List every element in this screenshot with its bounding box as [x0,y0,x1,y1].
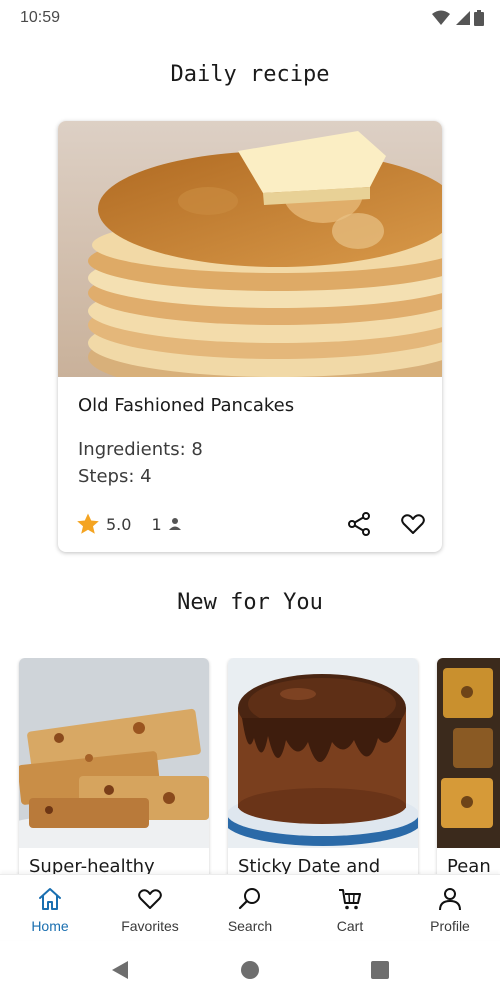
recipe-card-title: Pean [447,856,491,874]
new-for-you-title: New for You [177,590,323,615]
steps-count: Steps: 4 [78,466,152,487]
recipe-card-title: Sticky Date and [238,856,381,874]
star-icon [77,513,99,534]
signal-icon [456,11,470,25]
home-icon [39,888,61,910]
new-for-you-carousel[interactable]: Super-healthy Sticky Date and Pean [0,658,500,874]
nav-favorites[interactable]: Favorites [100,875,200,940]
recipe-footer: 5.0 1 [76,509,426,539]
recipe-card[interactable]: Sticky Date and [228,658,418,874]
recipe-card-title: Super-healthy [29,856,155,874]
share-icon[interactable] [346,511,372,537]
nav-label: Home [31,918,69,934]
nav-label: Favorites [121,918,179,934]
nav-label: Cart [336,918,364,934]
heart-icon[interactable] [400,511,426,537]
cake-image [228,658,418,848]
daily-recipe-title: Daily recipe [170,62,330,87]
recipe-card[interactable]: Pean [437,658,500,874]
daily-recipe-card[interactable]: Old Fashioned Pancakes Ingredients: 8 St… [58,121,442,552]
cart-icon [339,889,361,910]
bottom-navigation: Home Favorites Search Cart Profile [0,874,500,940]
recipe-card[interactable]: Super-healthy [19,658,209,874]
servings-value: 1 [151,514,162,534]
heart-icon [138,889,162,909]
nav-search[interactable]: Search [200,875,300,940]
battery-icon [474,10,484,26]
search-icon [238,888,260,910]
status-icons [432,10,484,26]
recipe-name: Old Fashioned Pancakes [78,395,295,416]
recents-icon[interactable] [370,960,390,980]
person-icon [168,518,181,530]
nav-home[interactable]: Home [0,875,100,940]
pancakes-image[interactable] [58,121,442,377]
ingredients-count: Ingredients: 8 [78,439,203,460]
home-circle-icon[interactable] [240,960,260,980]
bars-image [19,658,209,848]
wifi-icon [432,10,450,25]
status-time: 10:59 [20,9,61,26]
nav-cart[interactable]: Cart [300,875,400,940]
nav-profile[interactable]: Profile [400,875,500,940]
system-navigation [0,940,500,1000]
rating-value: 5.0 [106,514,132,534]
profile-icon [439,888,461,911]
peanut-image [437,658,500,848]
back-icon[interactable] [110,960,130,980]
status-bar: 10:59 [0,0,500,36]
nav-label: Profile [430,918,470,934]
nav-label: Search [227,918,273,934]
